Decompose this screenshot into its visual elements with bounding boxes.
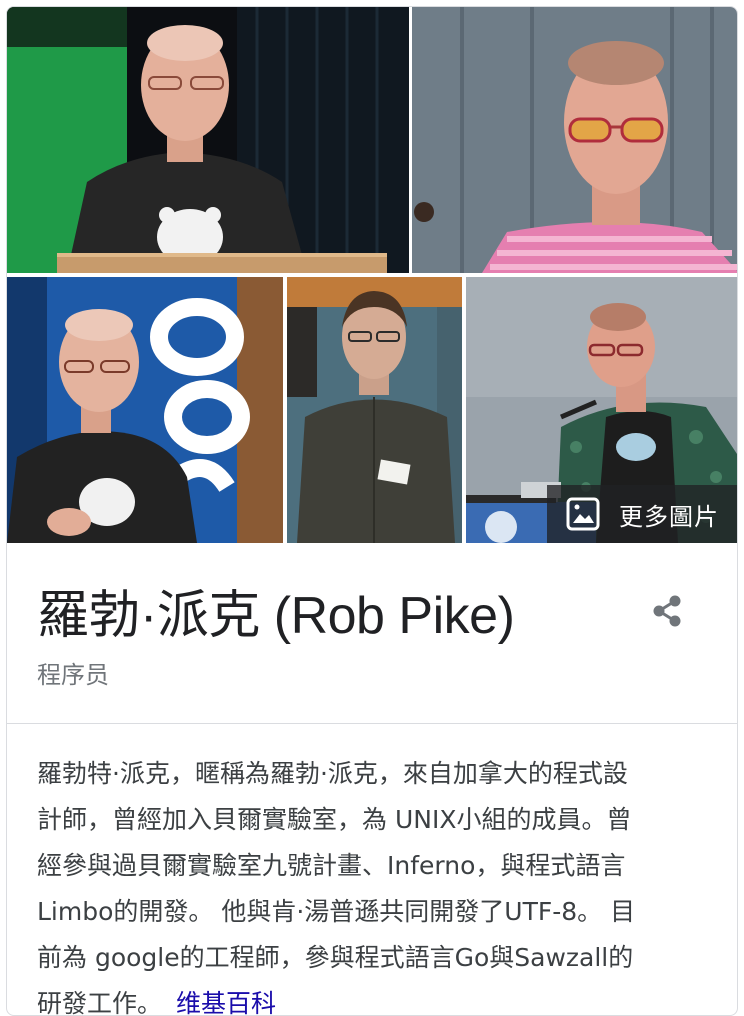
photo-2-image — [412, 7, 737, 273]
more-images-label: 更多圖片 — [619, 502, 719, 531]
photo-rob-pike-glasses-pink-shirt[interactable] — [412, 7, 737, 273]
share-icon — [647, 591, 687, 631]
more-images-button[interactable]: 更多圖片 — [547, 485, 737, 543]
share-button[interactable] — [643, 587, 691, 635]
entity-description: 羅勃特·派克，暱稱為羅勃·派克，來自加拿大的程式設 計師，曾經加入貝爾實驗室，為… — [37, 751, 717, 1015]
photo-4-image — [287, 277, 462, 543]
description-last-line: 研發工作。 维基百科 — [37, 981, 717, 1015]
description-line: Limbo的開發。 他與肯·湯普遜共同開發了UTF-8。 目 — [37, 897, 636, 926]
description-line: 經參與過貝爾實驗室九號計畫、Inferno，與程式語言 — [37, 851, 626, 880]
photo-rob-pike-gopher-podium[interactable] — [7, 7, 409, 273]
knowledge-panel: 更多圖片 羅勃·派克 (Rob Pike) 程序员 羅勃特·派克，暱稱為羅勃·派… — [6, 6, 738, 1016]
description-line: 前為 google的工程師，參與程式語言Go與Sawzall的 — [37, 943, 634, 972]
photo-man-dark-shirt[interactable] — [287, 277, 462, 543]
description-line: 羅勃特·派克，暱稱為羅勃·派克，來自加拿大的程式設 — [37, 759, 628, 788]
title-section: 羅勃·派克 (Rob Pike) 程序员 — [7, 543, 737, 724]
description-line: 計師，曾經加入貝爾實驗室，為 UNIX小組的成員。曾 — [37, 805, 632, 834]
image-icon — [565, 496, 601, 532]
entity-title: 羅勃·派克 (Rob Pike) — [37, 587, 515, 645]
entity-subtitle: 程序员 — [37, 661, 109, 689]
photo-rob-pike-oscon[interactable] — [7, 277, 283, 543]
photo-1-image — [7, 7, 409, 273]
photo-3-image — [7, 277, 283, 543]
